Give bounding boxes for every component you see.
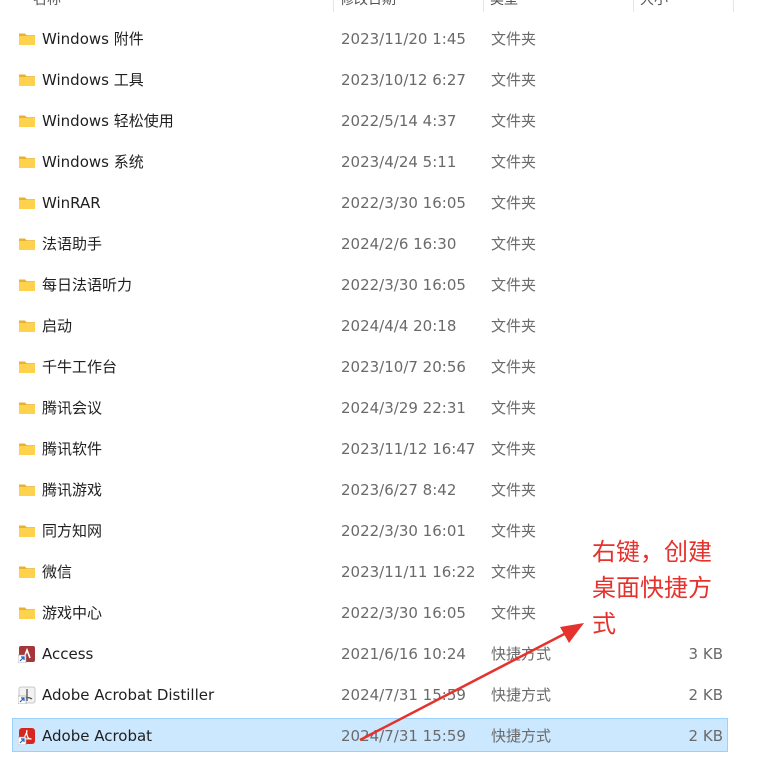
file-type: 文件夹	[491, 71, 537, 89]
file-type: 文件夹	[491, 358, 537, 376]
file-type: 文件夹	[491, 563, 537, 581]
file-type: 快捷方式	[491, 686, 552, 704]
file-type: 文件夹	[491, 235, 537, 253]
file-size: 3 KB	[688, 645, 723, 663]
file-modified-date: 2024/3/29 22:31	[341, 399, 466, 417]
folder-icon	[18, 563, 36, 581]
file-type: 快捷方式	[491, 727, 552, 745]
annotation-line-2: 桌面快捷方	[592, 574, 712, 602]
file-modified-date: 2024/2/6 16:30	[341, 235, 457, 253]
file-name: 每日法语听力	[42, 276, 133, 294]
file-type: 文件夹	[491, 440, 537, 458]
file-type: 文件夹	[491, 522, 537, 540]
file-row[interactable]: 腾讯游戏 2023/6/27 8:42 文件夹	[12, 472, 728, 506]
file-type: 文件夹	[491, 317, 537, 335]
file-row[interactable]: Windows 附件 2023/11/20 1:45 文件夹	[12, 21, 728, 55]
file-name: Windows 系统	[42, 153, 144, 171]
file-type: 文件夹	[491, 153, 537, 171]
file-modified-date: 2021/6/16 10:24	[341, 645, 466, 663]
folder-icon	[18, 71, 36, 89]
file-row[interactable]: 每日法语听力 2022/3/30 16:05 文件夹	[12, 267, 728, 301]
file-name: 同方知网	[42, 522, 103, 540]
file-type: 文件夹	[491, 112, 537, 130]
file-name: 千牛工作台	[42, 358, 118, 376]
file-modified-date: 2024/4/4 20:18	[341, 317, 457, 335]
file-name: Adobe Acrobat	[42, 727, 153, 745]
file-row[interactable]: Adobe Acrobat 2024/7/31 15:59 快捷方式 2 KB	[12, 718, 728, 752]
file-name: Access	[42, 645, 94, 663]
file-row[interactable]: 腾讯软件 2023/11/12 16:47 文件夹	[12, 431, 728, 465]
file-row[interactable]: 腾讯会议 2024/3/29 22:31 文件夹	[12, 390, 728, 424]
file-modified-date: 2022/3/30 16:05	[341, 194, 466, 212]
file-modified-date: 2024/7/31 15:59	[341, 686, 466, 704]
file-name: Windows 轻松使用	[42, 112, 174, 130]
file-modified-date: 2023/6/27 8:42	[341, 481, 457, 499]
folder-icon	[18, 522, 36, 540]
file-modified-date: 2023/11/12 16:47	[341, 440, 476, 458]
file-name: 游戏中心	[42, 604, 103, 622]
folder-icon	[18, 604, 36, 622]
file-name: Windows 工具	[42, 71, 144, 89]
file-modified-date: 2022/3/30 16:01	[341, 522, 466, 540]
annotation-line-1: 右键，创建	[592, 538, 712, 566]
file-size: 2 KB	[688, 727, 723, 745]
file-row[interactable]: 启动 2024/4/4 20:18 文件夹	[12, 308, 728, 342]
file-type: 文件夹	[491, 604, 537, 622]
file-type: 文件夹	[491, 276, 537, 294]
acrobat-distiller-shortcut-icon	[17, 686, 36, 705]
column-header-bar: 名称 修改日期 类型 大小	[0, 0, 770, 12]
file-size: 2 KB	[688, 686, 723, 704]
file-row[interactable]: WinRAR 2022/3/30 16:05 文件夹	[12, 185, 728, 219]
annotation-line-3: 式	[592, 610, 616, 638]
file-name: WinRAR	[42, 194, 101, 212]
file-name: 腾讯游戏	[42, 481, 103, 499]
file-name: 微信	[42, 563, 73, 581]
folder-icon	[18, 235, 36, 253]
file-name: 腾讯会议	[42, 399, 103, 417]
file-type: 文件夹	[491, 30, 537, 48]
file-name: 法语助手	[42, 235, 103, 253]
file-row[interactable]: Windows 系统 2023/4/24 5:11 文件夹	[12, 144, 728, 178]
column-header-size[interactable]: 大小	[634, 0, 734, 12]
file-row[interactable]: Windows 轻松使用 2022/5/14 4:37 文件夹	[12, 103, 728, 137]
access-shortcut-icon	[17, 645, 36, 664]
file-row[interactable]: 千牛工作台 2023/10/7 20:56 文件夹	[12, 349, 728, 383]
folder-icon	[18, 153, 36, 171]
file-type: 文件夹	[491, 399, 537, 417]
folder-icon	[18, 30, 36, 48]
file-modified-date: 2023/4/24 5:11	[341, 153, 457, 171]
acrobat-shortcut-icon	[17, 727, 36, 746]
file-modified-date: 2022/5/14 4:37	[341, 112, 457, 130]
column-header-type[interactable]: 类型	[484, 0, 634, 12]
folder-icon	[18, 399, 36, 417]
file-name: 启动	[42, 317, 73, 335]
folder-icon	[18, 358, 36, 376]
column-header-name[interactable]: 名称	[27, 0, 334, 12]
column-header-date[interactable]: 修改日期	[334, 0, 484, 12]
file-type: 快捷方式	[491, 645, 552, 663]
file-row[interactable]: 法语助手 2024/2/6 16:30 文件夹	[12, 226, 728, 260]
file-modified-date: 2022/3/30 16:05	[341, 276, 466, 294]
file-name: 腾讯软件	[42, 440, 103, 458]
file-modified-date: 2024/7/31 15:59	[341, 727, 466, 745]
file-type: 文件夹	[491, 481, 537, 499]
folder-icon	[18, 481, 36, 499]
annotation-note: 右键，创建 桌面快捷方 式	[592, 534, 742, 642]
folder-icon	[18, 440, 36, 458]
file-name: Windows 附件	[42, 30, 144, 48]
folder-icon	[18, 317, 36, 335]
file-row[interactable]: Adobe Acrobat Distiller 2024/7/31 15:59 快捷…	[12, 677, 728, 711]
file-modified-date: 2023/10/12 6:27	[341, 71, 466, 89]
file-type: 文件夹	[491, 194, 537, 212]
file-name: Adobe Acrobat Distiller	[42, 686, 215, 704]
file-modified-date: 2022/3/30 16:05	[341, 604, 466, 622]
file-modified-date: 2023/11/11 16:22	[341, 563, 476, 581]
file-modified-date: 2023/10/7 20:56	[341, 358, 466, 376]
file-row[interactable]: Windows 工具 2023/10/12 6:27 文件夹	[12, 62, 728, 96]
file-modified-date: 2023/11/20 1:45	[341, 30, 466, 48]
folder-icon	[18, 276, 36, 294]
folder-icon	[18, 112, 36, 130]
folder-icon	[18, 194, 36, 212]
